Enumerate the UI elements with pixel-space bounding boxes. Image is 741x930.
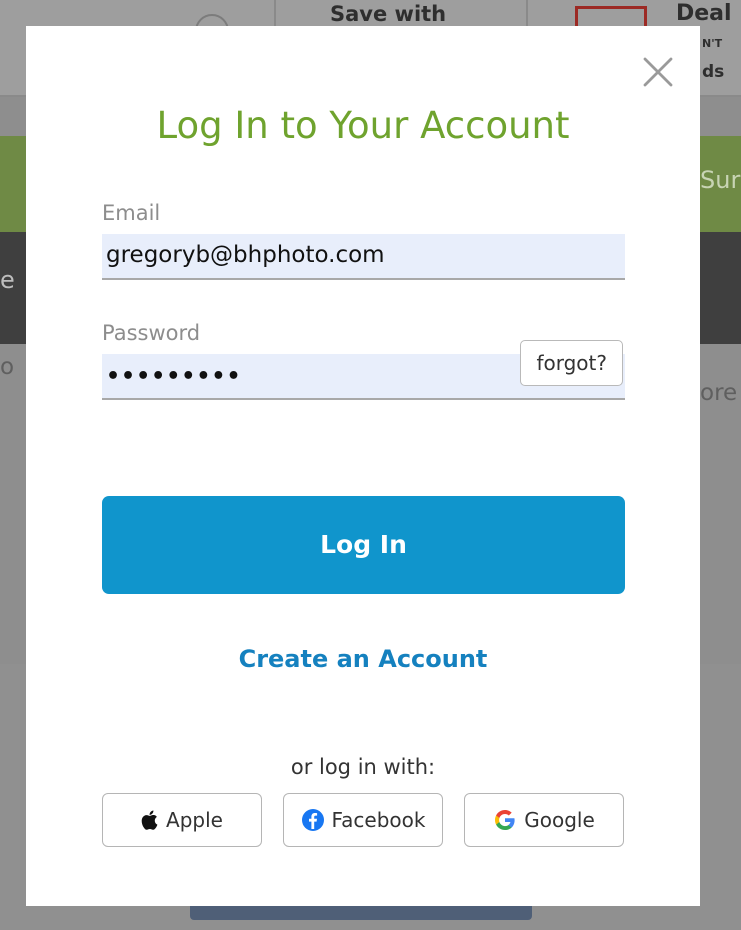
apple-login-label: Apple <box>166 808 223 832</box>
email-field[interactable]: gregoryb@bhphoto.com <box>102 234 625 280</box>
password-value: ••••••••• <box>106 364 242 389</box>
email-label: Email <box>102 201 161 225</box>
facebook-login-label: Facebook <box>331 808 426 832</box>
background-dark-banner-text: e <box>0 266 15 294</box>
background-right-text: ore <box>700 380 738 406</box>
apple-icon <box>141 809 159 831</box>
background-left-text: o <box>0 354 15 380</box>
email-value: gregoryb@bhphoto.com <box>106 242 385 268</box>
background-deal-icon <box>575 6 647 28</box>
login-modal: Log In to Your Account Email gregoryb@bh… <box>26 26 700 906</box>
close-button[interactable] <box>640 54 676 90</box>
background-deal-title: Deal <box>676 1 732 26</box>
background-deal-subtitle: N'T <box>702 37 723 50</box>
background-promo-text: Save with <box>330 2 447 26</box>
password-label: Password <box>102 321 201 345</box>
password-field[interactable]: ••••••••• forgot? <box>102 340 625 400</box>
facebook-login-button[interactable]: Facebook <box>283 793 443 847</box>
background-green-banner-text: Sur <box>700 166 741 194</box>
login-button[interactable]: Log In <box>102 496 625 594</box>
forgot-password-button[interactable]: forgot? <box>520 340 623 386</box>
create-account-link[interactable]: Create an Account <box>26 642 700 676</box>
apple-login-button[interactable]: Apple <box>102 793 262 847</box>
google-icon <box>493 808 517 832</box>
google-login-button[interactable]: Google <box>464 793 624 847</box>
modal-title: Log In to Your Account <box>156 104 570 147</box>
social-login-prompt: or log in with: <box>290 755 436 779</box>
facebook-icon <box>301 808 325 832</box>
close-icon <box>643 57 673 87</box>
background-deal-ends: ds <box>702 62 725 82</box>
google-login-label: Google <box>524 808 595 832</box>
